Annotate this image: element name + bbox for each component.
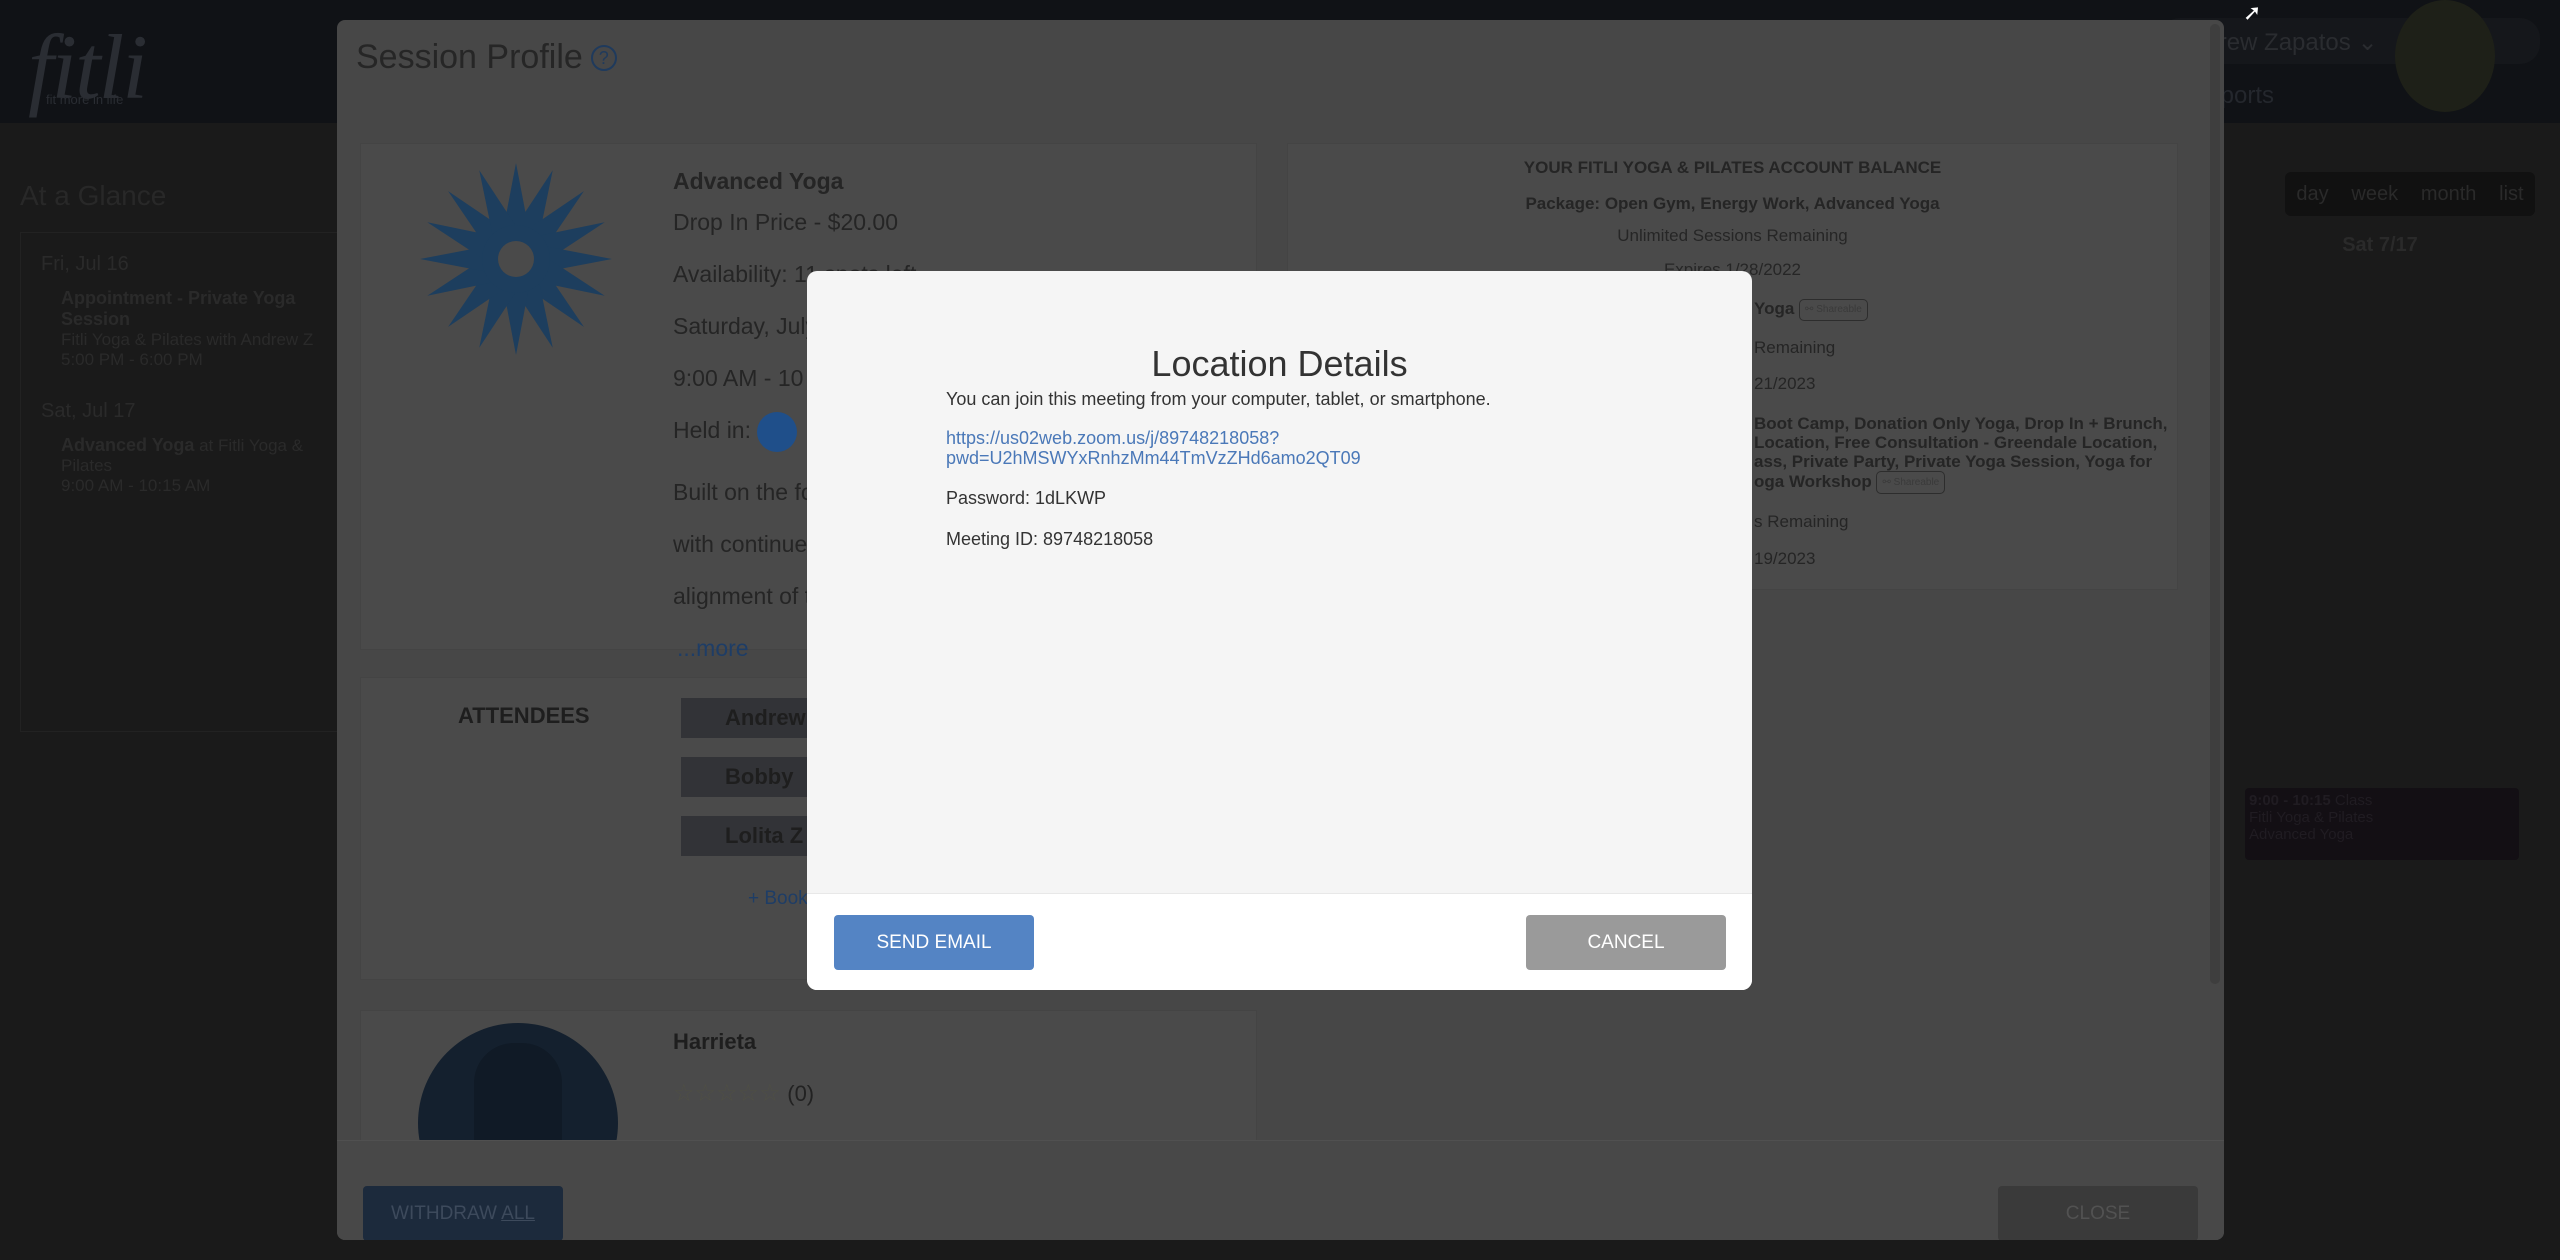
- zoom-icon[interactable]: [757, 411, 798, 452]
- logo-tagline: fit more in life: [46, 92, 124, 107]
- package-3: Boot Camp, Donation Only Yoga, Drop In +…: [1754, 414, 2168, 568]
- cancel-button[interactable]: CANCEL: [1526, 915, 1726, 970]
- glance-event[interactable]: Advanced Yoga at Fitli Yoga & Pilates 9:…: [61, 435, 339, 496]
- rating-count: (0): [787, 1081, 815, 1106]
- view-month[interactable]: month: [2421, 183, 2477, 206]
- calendar-event[interactable]: 9:00 - 10:15 Class Fitli Yoga & Pilates …: [2245, 788, 2519, 860]
- event-sub: Fitli Yoga & Pilates with Andrew Z: [61, 330, 314, 349]
- package-name: Yoga: [1754, 299, 1795, 318]
- event-time: 9:00 AM - 10:15 AM: [61, 476, 211, 495]
- intro-text: You can join this meeting from your comp…: [946, 389, 1491, 409]
- package-name-line: ass, Private Party, Private Yoga Session…: [1754, 452, 2153, 471]
- share-icon: ⚯: [1805, 304, 1814, 315]
- shareable-badge: ⚯ Shareable: [1799, 299, 1868, 321]
- package-name-line: oga Workshop: [1754, 472, 1872, 491]
- package-remaining: s Remaining: [1754, 512, 1849, 531]
- mouse-cursor-icon: ➚: [2243, 0, 2262, 25]
- event-title: Advanced Yoga: [61, 435, 195, 455]
- package-name: Package: Open Gym, Energy Work, Advanced…: [1525, 194, 1940, 213]
- event-name: Advanced Yoga: [2249, 826, 2354, 843]
- star-rating[interactable]: ☆☆☆☆☆ (0): [673, 1079, 814, 1108]
- share-icon: ⚯: [1882, 477, 1891, 488]
- instructor-name: Harrieta: [673, 1029, 757, 1054]
- glance-event[interactable]: Appointment - Private Yoga Session Fitli…: [61, 288, 339, 370]
- package-2: Yoga ⚯ Shareable Remaining 21/2023: [1754, 299, 1868, 393]
- badge-label: Shareable: [1893, 477, 1940, 488]
- withdraw-all-button[interactable]: WITHDRAW ALL: [363, 1186, 563, 1240]
- glance-date: Sat, Jul 17: [41, 400, 136, 422]
- scrollbar[interactable]: [2210, 24, 2220, 984]
- shareable-badge: ⚯ Shareable: [1876, 471, 1946, 494]
- package-remaining: Remaining: [1754, 338, 1836, 357]
- calendar-view-switch: day week month list: [2285, 172, 2535, 216]
- held-in-label: Held in:: [673, 417, 751, 443]
- panel-title: Session Profile?: [356, 38, 617, 77]
- link-line: https://us02web.zoom.us/j/89748218058?: [946, 428, 1280, 448]
- event-title: Appointment - Private Yoga Session: [61, 288, 296, 329]
- attendees-label: ATTENDEES: [458, 703, 590, 728]
- location-details-modal: Location Details You can join this meeti…: [807, 271, 1752, 990]
- package-name-line: Location, Free Consultation - Greendale …: [1754, 433, 2158, 452]
- close-button[interactable]: CLOSE: [1998, 1186, 2198, 1240]
- modal-footer: SEND EMAIL CANCEL: [807, 893, 1752, 990]
- modal-title: Location Details: [1151, 343, 1408, 384]
- chevron-down-icon: ⌄: [2357, 29, 2378, 56]
- help-icon[interactable]: ?: [590, 45, 617, 71]
- badge-label: Shareable: [1816, 304, 1862, 315]
- user-avatar[interactable]: [2395, 0, 2495, 112]
- event-org: Fitli Yoga & Pilates: [2249, 809, 2374, 826]
- meeting-id: Meeting ID: 89748218058: [946, 529, 1154, 549]
- link-line: pwd=U2hMSWYxRnhzMm44TmVzZHd6amo2QT09: [946, 448, 1361, 468]
- view-list[interactable]: list: [2499, 183, 2523, 206]
- view-day[interactable]: day: [2296, 183, 2328, 206]
- event-type: Class: [2334, 792, 2373, 809]
- book-link[interactable]: + Book: [748, 888, 808, 910]
- meeting-password: Password: 1dLKWP: [946, 488, 1107, 508]
- package-remaining: Unlimited Sessions Remaining: [1617, 226, 1848, 245]
- session-name: Advanced Yoga: [673, 168, 844, 194]
- modal-body: You can join this meeting from your comp…: [946, 389, 1491, 550]
- label-underlined: ALL: [501, 1203, 535, 1224]
- view-week[interactable]: week: [2351, 183, 2398, 206]
- session-price: Drop In Price - $20.00: [673, 209, 899, 235]
- send-email-button[interactable]: SEND EMAIL: [834, 915, 1034, 970]
- title-text: Session Profile: [356, 38, 583, 76]
- star-icon: ☆☆☆☆☆: [673, 1080, 781, 1107]
- at-a-glance-list: Fri, Jul 16 Appointment - Private Yoga S…: [20, 232, 340, 732]
- label: WITHDRAW: [391, 1203, 502, 1224]
- session-logo-icon: [420, 163, 612, 355]
- balance-title: YOUR FITLI YOGA & PILATES ACCOUNT BALANC…: [1523, 158, 1942, 177]
- package-expires: 21/2023: [1754, 374, 1816, 393]
- event-time: 5:00 PM - 6:00 PM: [61, 350, 203, 369]
- event-time: 9:00 - 10:15: [2249, 792, 2331, 809]
- calendar-day-header: Sat 7/17: [2342, 234, 2418, 256]
- package-name-line: Boot Camp, Donation Only Yoga, Drop In +…: [1754, 414, 2168, 433]
- package-expires: 19/2023: [1754, 549, 1816, 568]
- at-a-glance-title: At a Glance: [20, 180, 167, 211]
- glance-date: Fri, Jul 16: [41, 253, 129, 275]
- panel-footer: WITHDRAW ALL CLOSE: [337, 1140, 2224, 1240]
- zoom-meeting-link[interactable]: https://us02web.zoom.us/j/89748218058? pw…: [946, 428, 1491, 468]
